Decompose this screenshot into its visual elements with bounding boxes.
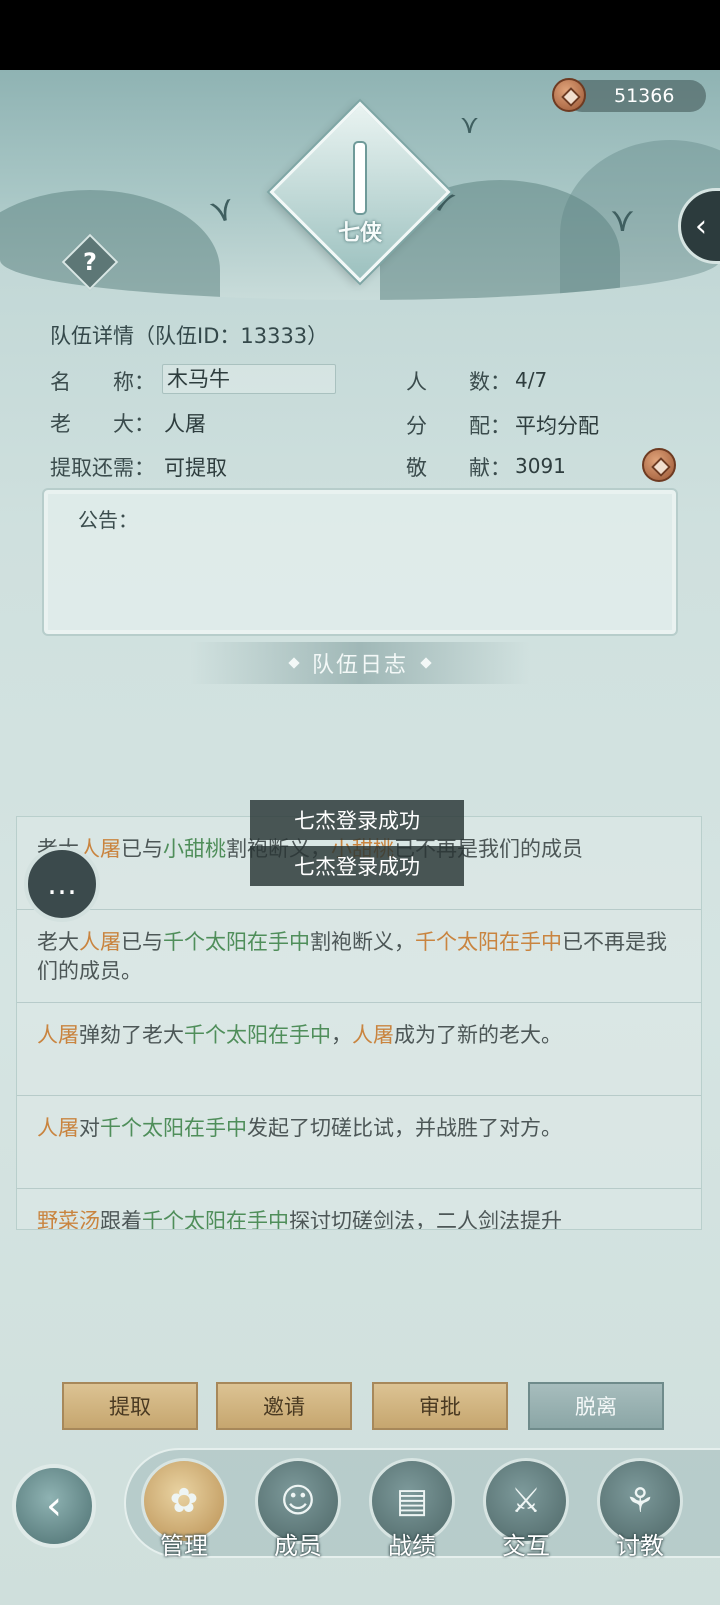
player-name: 野菜汤: [37, 1209, 100, 1230]
player-name: 人屠: [79, 930, 121, 954]
log-entry: 野菜汤跟着千个太阳在手中探讨切磋剑法，二人剑法提升: [17, 1189, 701, 1230]
diamond-icon: [288, 657, 300, 669]
player-name: 千个太阳在手中: [415, 930, 562, 954]
leader-label: 老 大：: [50, 412, 155, 436]
nav-tab-label: 管理: [160, 1532, 208, 1560]
copper-coin-icon: [642, 448, 676, 482]
approve-button[interactable]: 审批: [372, 1382, 508, 1430]
log-entry: 人屠对千个太阳在手中发起了切磋比试，并战胜了对方。: [17, 1096, 701, 1189]
nav-tab-label: 交互: [502, 1532, 550, 1560]
nav-tab-consult[interactable]: ⚘ 讨教: [594, 1458, 686, 1568]
nav-tab-record[interactable]: ▤ 战绩: [366, 1458, 458, 1568]
contribution-value: 3091: [515, 454, 566, 478]
invite-button[interactable]: 邀请: [216, 1382, 352, 1430]
swallow-icon: ⋎: [205, 187, 240, 233]
log-text: 弹劾了老大: [79, 1023, 184, 1047]
member-count-label: 人 数：: [406, 370, 511, 394]
nav-tab-label: 战绩: [388, 1532, 436, 1560]
emblem-name: 七侠: [337, 221, 382, 246]
player-name: 人屠: [37, 1116, 79, 1140]
back-button[interactable]: ‹: [12, 1464, 96, 1548]
log-text: ，: [331, 1023, 352, 1047]
distribution-value: 平均分配: [515, 414, 599, 438]
sword-icon: [355, 143, 365, 213]
back-arrow-icon: ‹: [46, 1483, 62, 1529]
log-text: 割袍断义，: [310, 930, 415, 954]
currency-amount: 51366: [614, 85, 675, 107]
currency-display: 51366: [566, 80, 706, 112]
log-text: 对: [79, 1116, 100, 1140]
log-text: 探讨切磋剑法，二人剑法提升: [289, 1209, 562, 1230]
player-name: 人屠: [352, 1023, 394, 1047]
distribution-label: 分 配：: [406, 414, 511, 438]
target-name: 千个太阳在手中: [100, 1116, 247, 1140]
mountain-shape: [0, 190, 220, 300]
login-toast: 七杰登录成功: [250, 800, 464, 840]
swallow-icon: ⋎: [460, 110, 480, 140]
notice-board[interactable]: 公告：: [42, 488, 678, 636]
log-text: 已与: [121, 837, 163, 861]
team-log-title: 队伍日志: [311, 653, 408, 678]
team-name-label: 名 称：: [50, 370, 155, 394]
leader-value: 人屠: [164, 412, 206, 436]
chat-bubble-icon: …: [47, 866, 77, 902]
team-emblem-content: 七侠: [296, 128, 424, 256]
swallow-icon: ⋎: [610, 200, 635, 240]
member-count-value: 4/7: [515, 368, 548, 392]
team-screen: ⋎ ⋎ ⋎ ⋎ 七侠 ? 51366 ‹ 队伍详情（队伍ID：13333） 名 …: [0, 70, 720, 1605]
nav-tab-interaction[interactable]: ⚔ 交互: [480, 1458, 572, 1568]
log-text: 成为了新的老大。: [394, 1023, 562, 1047]
copper-coin-icon: [552, 78, 586, 112]
nav-tab-label: 成员: [274, 1532, 322, 1560]
contribution-label: 敬 献：: [406, 456, 511, 480]
log-text: 已与: [121, 930, 163, 954]
team-name-field[interactable]: 木马牛: [162, 364, 336, 394]
log-entry: 老大人屠已与千个太阳在手中割袍断义，千个太阳在手中已不再是我们的成员。: [17, 910, 701, 1003]
nav-tab-label: 讨教: [616, 1532, 664, 1560]
chevron-left-icon: ‹: [695, 208, 707, 244]
log-entry: 人屠弹劾了老大千个太阳在手中，人屠成为了新的老大。: [17, 1003, 701, 1096]
withdraw-value: 可提取: [164, 456, 227, 480]
leave-team-button[interactable]: 脱离: [528, 1382, 664, 1430]
team-details-title: 队伍详情（队伍ID：13333）: [50, 324, 329, 348]
question-icon[interactable]: ?: [70, 242, 110, 282]
team-log-header: 队伍日志: [190, 642, 530, 684]
player-name: 人屠: [37, 1023, 79, 1047]
login-toast: 七杰登录成功: [250, 846, 464, 886]
withdraw-label: 提取还需：: [50, 456, 155, 480]
target-name: 千个太阳在手中: [184, 1023, 331, 1047]
log-text: 发起了切磋比试，并战胜了对方。: [247, 1116, 562, 1140]
notice-label: 公告：: [78, 508, 138, 532]
target-name: 小甜桃: [163, 837, 226, 861]
chat-button[interactable]: …: [24, 846, 100, 922]
nav-tab-manage[interactable]: ✿ 管理: [138, 1458, 230, 1568]
nav-tab-members[interactable]: ☺ 成员: [252, 1458, 344, 1568]
target-name: 千个太阳在手中: [163, 930, 310, 954]
withdraw-button[interactable]: 提取: [62, 1382, 198, 1430]
log-text: 老大: [37, 930, 79, 954]
diamond-icon: [420, 657, 432, 669]
target-name: 千个太阳在手中: [142, 1209, 289, 1230]
log-text: 跟着: [100, 1209, 142, 1230]
